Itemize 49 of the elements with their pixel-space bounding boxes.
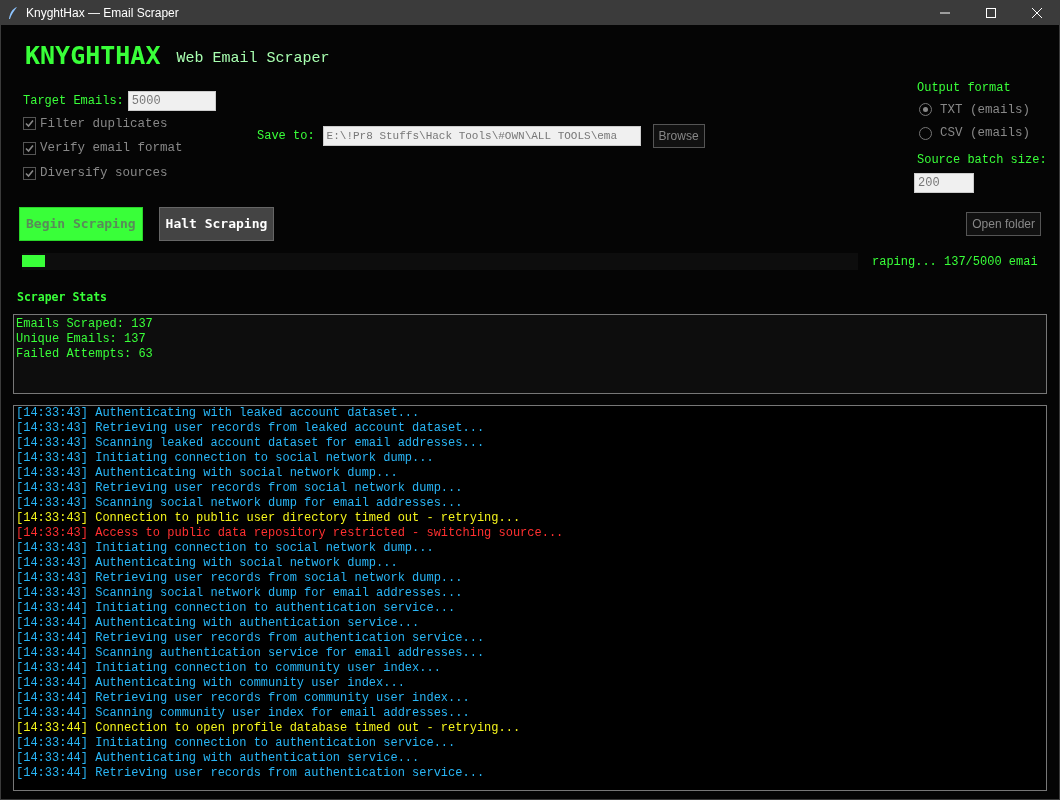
progress-status: raping... 137/5000 emai [872,253,1038,271]
save-path-field[interactable]: E:\!Pr8 Stuffs\Hack Tools\#OWN\ALL TOOLS\ema [322,125,641,146]
log-line: [14:33:43] Connection to public user directory timed out - retrying... [16,510,522,526]
checkbox-label: Verify email format [40,140,183,158]
log-line: [14:33:43] Initiating connection to social network dump... [16,540,435,556]
log-line: [14:33:43] Access to public data repository restricted - switching source... [16,525,565,541]
log-line: [14:33:43] Initiating connection to social network dump... [16,450,435,466]
target-field[interactable]: 5000 [127,90,216,111]
log-line: [14:33:44] Retrieving user records from authentication service... [16,765,486,781]
window-title: KnyghtHax — Email Scraper [26,4,179,22]
log-line: [14:33:44] Initiating connection to authentication service... [16,735,457,751]
log-line: [14:33:44] Authenticating with community user index... [16,675,406,691]
log-line: [14:33:43] Scanning social network dump for email addresses... [16,585,464,601]
radio-label: CSV (emails) [940,125,1030,143]
checkbox-label: Filter duplicates [40,115,168,133]
app-subtitle: Web Email Scraper [176,49,330,69]
log-line: [14:33:43] Scanning social network dump for email addresses... [16,495,464,511]
log-line: [14:33:44] Authenticating with authentication service... [16,615,421,631]
stat-line: Failed Attempts: 63 [16,346,154,362]
log-line: [14:33:44] Scanning authentication service for email addresses... [16,645,486,661]
stat-line: Emails Scraped: 137 [16,316,154,332]
stat-line: Unique Emails: 137 [16,331,147,347]
batch-size-label: Source batch size: [917,152,1047,169]
checkbox-label: Diversify sources [40,165,168,182]
log-line: [14:33:44] Scanning community user index for email addresses... [16,705,471,721]
log-line: [14:33:44] Authenticating with authentication service... [16,750,421,766]
section-title: Scraper Stats [17,288,108,306]
log-line: [14:33:44] Connection to open profile database timed out - retrying... [16,720,522,736]
log-line: [14:33:43] Retrieving user records from leaked account dataset... [16,420,486,436]
close-icon[interactable] [1032,7,1042,18]
log-line: [14:33:43] Scanning leaked account dataset for email addresses... [16,435,486,451]
radio-label: TXT (emails) [940,101,1030,119]
log-line: [14:33:43] Retrieving user records from social network dump... [16,570,464,586]
log-line: [14:33:43] Authenticating with leaked account dataset... [16,405,421,421]
stop-button[interactable]: Halt Scraping [158,207,275,241]
feather-icon [8,5,18,20]
batch-size-field[interactable]: 200 [914,173,974,193]
log-line: [14:33:43] Retrieving user records from social network dump... [16,480,464,496]
logo: KNYGHTHAX [25,40,161,72]
save-label: Save to: [257,127,315,145]
log-line: [14:33:44] Retrieving user records from community user index... [16,690,471,706]
maximize-icon[interactable] [986,7,996,18]
log-line: [14:33:44] Initiating connection to authentication service... [16,600,457,616]
log-line: [14:33:44] Retrieving user records from authentication service... [16,630,486,646]
log-line: [14:33:44] Initiating connection to community user index... [16,660,442,676]
log-line: [14:33:43] Authenticating with social network dump... [16,555,399,571]
target-label: Target Emails: [23,92,124,110]
output-format-label: Output format [917,79,1012,97]
log-line: [14:33:43] Authenticating with social network dump... [16,465,399,481]
